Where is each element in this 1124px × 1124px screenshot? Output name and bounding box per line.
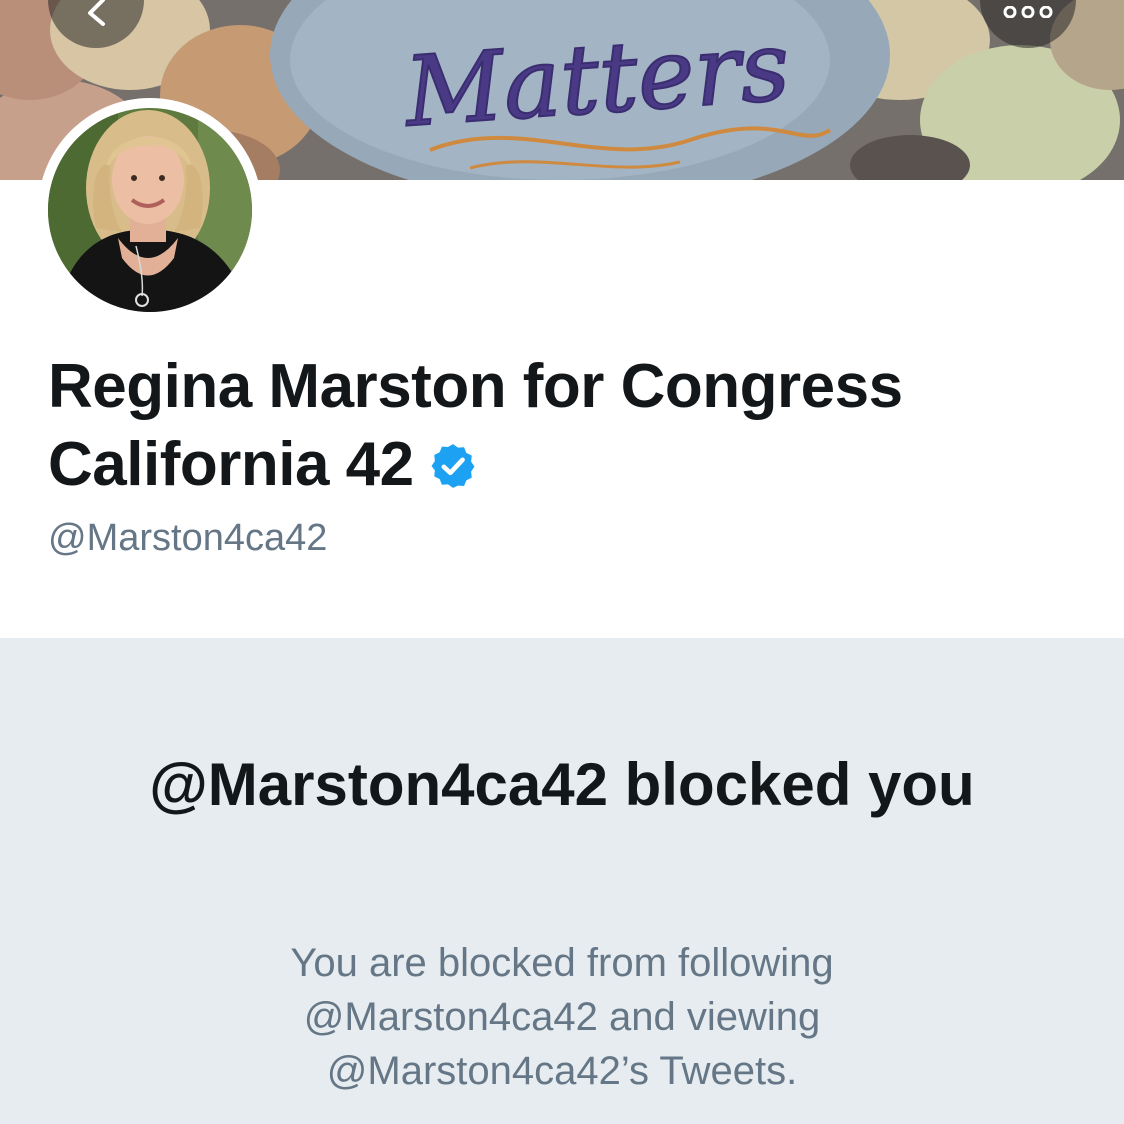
profile-handle: @Marston4ca42	[48, 517, 328, 559]
blocked-title: @Marston4ca42 blocked you	[149, 751, 975, 818]
chevron-left-icon	[88, 0, 105, 26]
blocked-description-line-3: @Marston4ca42’s Tweets.	[326, 1049, 798, 1093]
profile-avatar[interactable]	[38, 98, 262, 322]
blocked-description-line-2: @Marston4ca42 and viewing	[303, 995, 821, 1039]
verified-badge-icon	[431, 444, 475, 488]
more-dots-icon	[1003, 6, 1053, 18]
display-name-line-2: California 42	[48, 426, 1088, 504]
display-name-line-2-text: California 42	[48, 430, 414, 499]
profile-header: Regina Marston for Congress California 4…	[0, 98, 1124, 638]
display-name: Regina Marston for Congress California 4…	[48, 348, 1088, 504]
avatar-photo	[48, 108, 252, 312]
blocked-description-line-1: You are blocked from following	[290, 941, 834, 985]
display-name-line-1: Regina Marston for Congress	[48, 352, 903, 421]
blocked-notice: @Marston4ca42 blocked you You are blocke…	[0, 638, 1124, 1124]
blocked-description: You are blocked from following @Marston4…	[150, 936, 974, 1098]
